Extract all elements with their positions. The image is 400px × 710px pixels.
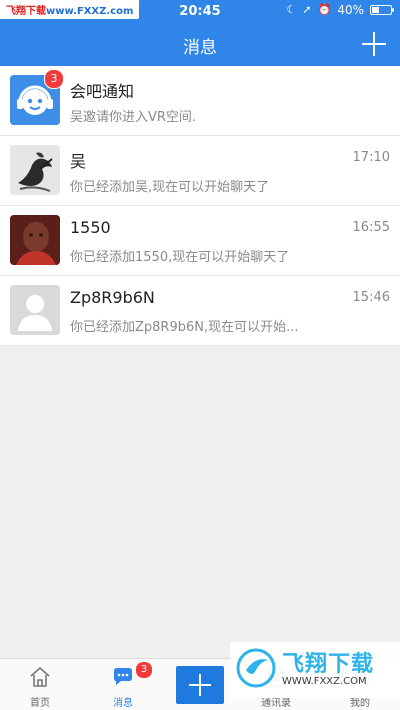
header: 飞翔下载www.FXXZ.com 20:45 ☾ ➚ ⏰ 40% 消息 — [0, 0, 400, 66]
tab-messages[interactable]: 3 消息 — [83, 659, 163, 710]
brand-logo-icon — [236, 648, 276, 688]
photo-avatar — [10, 215, 60, 265]
conversation-name: Zp8R9b6N — [70, 288, 155, 307]
nav-bar: 消息 — [0, 22, 400, 66]
location-arrow-icon: ➚ — [302, 3, 312, 16]
conversation-time: 16:55 — [352, 220, 390, 235]
tab-home-label: 首页 — [30, 698, 50, 709]
moon-icon: ☾ — [286, 3, 297, 16]
conversation-time: 17:10 — [352, 150, 390, 165]
battery-percent: 40% — [337, 3, 364, 17]
unread-badge: 3 — [44, 69, 64, 89]
conversation-preview: 你已经添加Zp8R9b6N,现在可以开始... — [70, 320, 299, 335]
ink-figure-avatar — [10, 145, 60, 195]
conversation-item-notification[interactable]: 3 会吧通知 吴邀请你进入VR空间. — [0, 66, 400, 136]
conversation-item-zp8r9b6n[interactable]: Zp8R9b6N 15:46 你已经添加Zp8R9b6N,现在可以开始... — [0, 276, 400, 346]
alarm-icon: ⏰ — [317, 3, 332, 16]
conversation-time: 15:46 — [352, 290, 390, 305]
conversation-preview: 你已经添加吴,现在可以开始聊天了 — [70, 180, 270, 195]
battery-icon — [370, 5, 394, 15]
center-add-button[interactable] — [176, 666, 224, 704]
home-icon — [30, 666, 50, 687]
tab-messages-badge: 3 — [135, 661, 153, 679]
tab-messages-label: 消息 — [113, 698, 133, 709]
status-bar: 飞翔下载www.FXXZ.com 20:45 ☾ ➚ ⏰ 40% — [0, 0, 400, 22]
watermark-brand: 飞翔下载 — [282, 652, 375, 677]
conversation-item-1550[interactable]: 1550 16:55 你已经添加1550,现在可以开始聊天了 — [0, 206, 400, 276]
conversation-name: 会吧通知 — [70, 82, 135, 101]
default-user-avatar — [10, 285, 60, 335]
tab-home[interactable]: 首页 — [0, 659, 80, 710]
bottom-watermark: 飞翔下载 WWW.FXXZ.COM — [230, 642, 400, 698]
status-right-group: ☾ ➚ ⏰ 40% — [286, 3, 394, 17]
battery-fill — [372, 7, 379, 13]
conversation-item-wu[interactable]: 吴 17:10 你已经添加吴,现在可以开始聊天了 — [0, 136, 400, 206]
conversation-list: 3 会吧通知 吴邀请你进入VR空间. 吴 17:10 你已经添加吴,现在可以开始… — [0, 66, 400, 346]
watermark-url: WWW.FXXZ.COM — [282, 676, 367, 687]
conversation-preview: 吴邀请你进入VR空间. — [70, 110, 197, 125]
conversation-preview: 你已经添加1550,现在可以开始聊天了 — [70, 250, 290, 265]
page-title: 消息 — [183, 38, 217, 58]
messages-screen: 飞翔下载www.FXXZ.com 20:45 ☾ ➚ ⏰ 40% 消息 3 会吧… — [0, 0, 400, 710]
conversation-name: 1550 — [70, 218, 111, 237]
conversation-name: 吴 — [70, 152, 87, 171]
add-button[interactable] — [360, 30, 388, 58]
chat-icon — [114, 668, 132, 685]
